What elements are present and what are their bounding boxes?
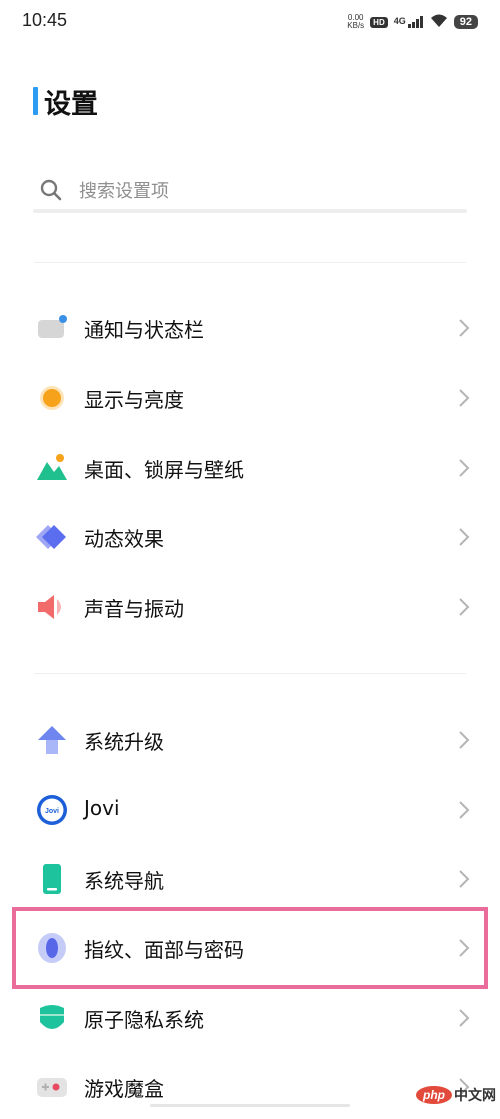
status-icons: 0.00 KB/s HD 4G 92 [347,12,478,32]
highlight-box [12,907,488,989]
search-icon [40,179,62,201]
search-placeholder: 搜索设置项 [79,181,169,202]
hd-icon: HD [370,16,388,28]
upgrade-icon [38,726,66,754]
settings-item-label: 动态效果 [84,527,164,551]
chevron-right-icon [459,528,470,546]
search-underline [33,209,467,213]
page-header: 设置 [33,84,98,120]
home-indicator[interactable] [150,1104,350,1107]
jovi-icon-text: Jovi [45,808,59,815]
settings-item-label: 通知与状态栏 [84,318,204,342]
settings-item-label: 系统升级 [84,730,164,754]
settings-item-display[interactable]: 显示与亮度 [0,366,500,430]
wifi-icon [430,13,448,32]
chevron-right-icon [459,459,470,477]
search-input[interactable]: 搜索设置项 [33,166,467,214]
settings-item-label: 声音与振动 [84,597,184,621]
notification-icon [38,315,67,338]
divider [34,262,466,263]
status-time: 10:45 [22,10,68,30]
settings-item-label: 显示与亮度 [84,388,184,412]
settings-item-navigation[interactable]: 系统导航 [0,847,500,911]
settings-item-label: 游戏魔盒 [84,1077,164,1101]
privacy-icon [40,1005,64,1029]
chevron-right-icon [459,1009,470,1027]
wallpaper-icon [37,454,67,480]
chevron-right-icon [459,870,470,888]
network-speed-unit: KB/s [347,21,365,30]
status-bar: 10:45 0.00 KB/s HD 4G 92 [0,0,500,44]
chevron-right-icon [459,389,470,407]
chevron-right-icon [459,801,470,819]
network-type: 4G [393,16,406,26]
watermark-text: 中文网 [454,1088,496,1104]
chevron-right-icon [459,319,470,337]
sound-icon [38,595,61,619]
signal-icon: 4G [394,16,424,28]
network-speed: 0.00 KB/s [347,14,364,30]
settings-item-animation[interactable]: 动态效果 [0,505,500,569]
title-accent-bar [33,87,38,115]
settings-item-jovi[interactable]: Jovi Jovi [0,778,500,842]
jovi-icon: Jovi [37,795,67,825]
page-title: 设置 [44,88,98,120]
animation-icon [36,525,66,549]
chevron-right-icon [459,731,470,749]
settings-item-privacy-system[interactable]: 原子隐私系统 [0,986,500,1050]
settings-item-wallpaper[interactable]: 桌面、锁屏与壁纸 [0,436,500,500]
settings-item-sound[interactable]: 声音与振动 [0,575,500,639]
settings-item-label: 桌面、锁屏与壁纸 [84,458,244,482]
settings-item-label: 原子隐私系统 [84,1008,204,1032]
divider [34,673,466,674]
game-box-icon [37,1078,67,1097]
watermark: php 中文网 [416,1085,496,1105]
navigation-icon [43,864,61,894]
watermark-logo: php [416,1086,452,1104]
settings-item-system-upgrade[interactable]: 系统升级 [0,708,500,772]
chevron-right-icon [459,598,470,616]
settings-item-notifications[interactable]: 通知与状态栏 [0,296,500,360]
battery-icon: 92 [453,15,478,29]
settings-item-label: 系统导航 [84,869,164,893]
brightness-icon [40,386,64,410]
settings-item-label: Jovi [84,796,120,820]
